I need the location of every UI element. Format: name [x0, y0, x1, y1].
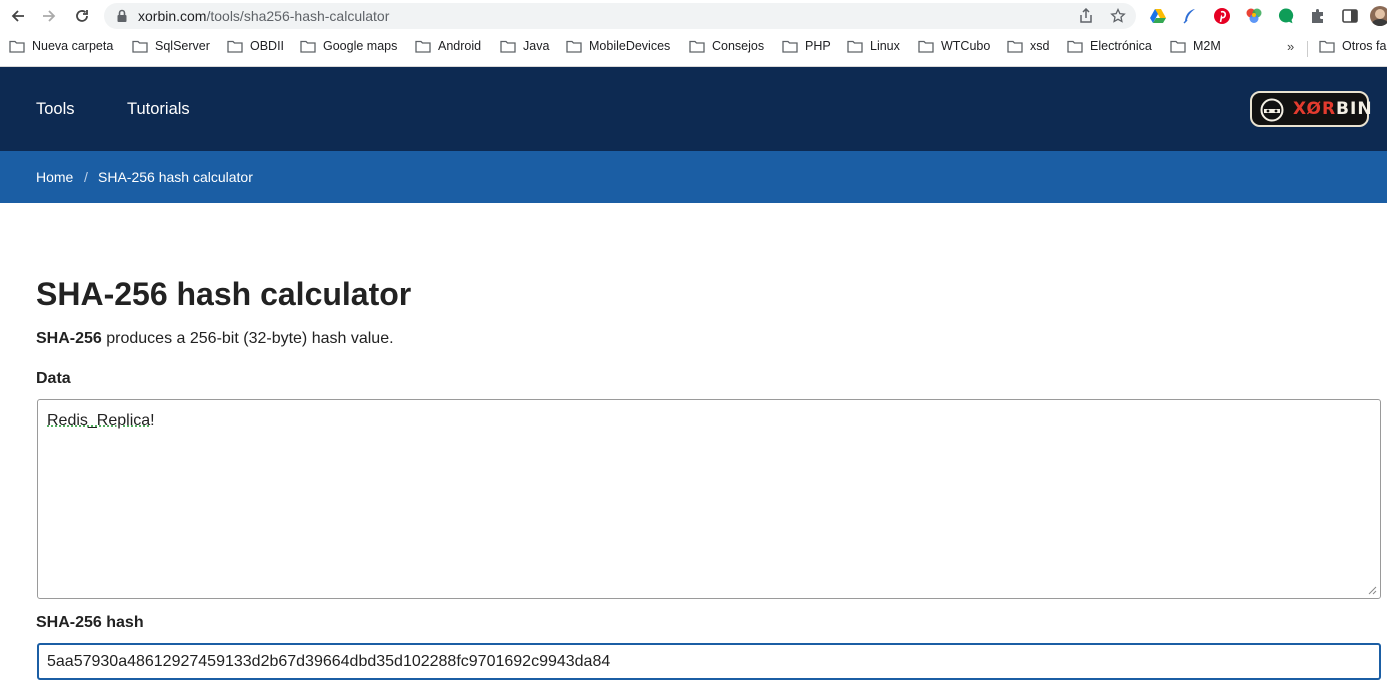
hash-field-label: SHA-256 hash [36, 614, 144, 632]
folder-icon [782, 40, 798, 53]
logo-text-red: XØR [1293, 99, 1336, 119]
folder-icon [415, 40, 431, 53]
bookmark-label: M2M [1193, 39, 1221, 53]
folder-icon [689, 40, 705, 53]
data-text-misspelled: Redis_Replica [47, 412, 150, 429]
bookmark-label: Android [438, 39, 481, 53]
description-text: produces a 256-bit (32-byte) hash value. [102, 330, 394, 347]
breadcrumb-separator: / [84, 169, 88, 185]
bookmark-label: OBDII [250, 39, 284, 53]
bookmark-label: Google maps [323, 39, 397, 53]
bookmark-xsd[interactable]: xsd [1007, 39, 1049, 53]
folder-icon [1319, 40, 1335, 53]
back-icon[interactable] [7, 5, 29, 27]
bookmark-obdii[interactable]: OBDII [227, 39, 284, 53]
folder-icon [918, 40, 934, 53]
nav-tutorials-link[interactable]: Tutorials [127, 100, 190, 119]
share-icon[interactable] [1078, 8, 1094, 24]
bookmark-java[interactable]: Java [500, 39, 549, 53]
forward-icon[interactable] [38, 5, 60, 27]
logo-face-icon [1258, 98, 1286, 122]
folder-icon [300, 40, 316, 53]
bookmarks-bar: Nueva carpeta SqlServer OBDII Google map… [0, 33, 1387, 62]
bookmark-other[interactable]: Otros fa [1319, 39, 1386, 53]
folder-icon [847, 40, 863, 53]
bookmark-linux[interactable]: Linux [847, 39, 900, 53]
side-panel-icon[interactable] [1341, 7, 1359, 25]
folder-icon [132, 40, 148, 53]
bookmarks-overflow-button[interactable]: » [1287, 39, 1294, 54]
logo-text: XØRBIN [1293, 99, 1373, 119]
nav-tools-link[interactable]: Tools [36, 100, 75, 119]
site-navbar: Tools Tutorials [0, 67, 1387, 151]
color-wheel-icon[interactable] [1245, 7, 1263, 25]
data-text-tail: ! [150, 412, 154, 429]
reload-icon[interactable] [71, 5, 93, 27]
bookmark-google-maps[interactable]: Google maps [300, 39, 397, 53]
data-textarea[interactable]: Redis_Replica! [37, 399, 1381, 599]
url-host: xorbin.com [138, 8, 206, 24]
page-description: SHA-256 produces a 256-bit (32-byte) has… [36, 330, 394, 348]
folder-icon [1067, 40, 1083, 53]
breadcrumb-current: SHA-256 hash calculator [98, 169, 253, 185]
logo-text-white: BIN [1336, 99, 1373, 119]
page-title: SHA-256 hash calculator [36, 276, 411, 313]
bookmark-label: Electrónica [1090, 39, 1152, 53]
bookmark-label: xsd [1030, 39, 1049, 53]
extension-feather-icon[interactable] [1181, 7, 1199, 25]
browser-toolbar: xorbin.com/tools/sha256-hash-calculator [0, 0, 1387, 33]
url-text[interactable]: xorbin.com/tools/sha256-hash-calculator [138, 8, 389, 24]
folder-icon [227, 40, 243, 53]
resize-grip-icon[interactable] [1367, 585, 1377, 595]
bookmark-electronica[interactable]: Electrónica [1067, 39, 1152, 53]
profile-avatar[interactable] [1370, 6, 1387, 26]
bookmark-android[interactable]: Android [415, 39, 481, 53]
url-path: /tools/sha256-hash-calculator [206, 8, 389, 24]
bookmark-wtcubo[interactable]: WTCubo [918, 39, 990, 53]
bookmark-label: MobileDevices [589, 39, 670, 53]
bookmark-consejos[interactable]: Consejos [689, 39, 764, 53]
data-field-label: Data [36, 370, 71, 388]
bookmark-nueva-carpeta[interactable]: Nueva carpeta [9, 39, 113, 53]
breadcrumb-home-link[interactable]: Home [36, 169, 73, 185]
bookmark-label: SqlServer [155, 39, 210, 53]
folder-icon [9, 40, 25, 53]
bookmark-label: PHP [805, 39, 831, 53]
puzzle-icon[interactable] [1309, 7, 1327, 25]
bookmark-label: Otros fa [1342, 39, 1386, 53]
address-bar[interactable]: xorbin.com/tools/sha256-hash-calculator [104, 3, 1136, 29]
hash-output-field[interactable]: 5aa57930a48612927459133d2b67d39664dbd35d… [37, 643, 1381, 680]
bookmark-label: Consejos [712, 39, 764, 53]
breadcrumb: Home / SHA-256 hash calculator [0, 151, 1387, 203]
lock-icon[interactable] [116, 9, 128, 23]
star-icon[interactable] [1110, 8, 1126, 24]
pinterest-icon[interactable] [1213, 7, 1231, 25]
bookmarks-divider [1307, 41, 1308, 57]
bookmark-m2m[interactable]: M2M [1170, 39, 1221, 53]
description-bold: SHA-256 [36, 330, 102, 347]
chat-bubble-icon[interactable] [1277, 7, 1295, 25]
folder-icon [1170, 40, 1186, 53]
google-drive-icon[interactable] [1149, 7, 1167, 25]
bookmark-label: Java [523, 39, 549, 53]
bookmark-mobiledevices[interactable]: MobileDevices [566, 39, 670, 53]
folder-icon [500, 40, 516, 53]
bookmark-php[interactable]: PHP [782, 39, 831, 53]
folder-icon [566, 40, 582, 53]
bookmark-label: WTCubo [941, 39, 990, 53]
folder-icon [1007, 40, 1023, 53]
bookmark-label: Nueva carpeta [32, 39, 113, 53]
bookmark-label: Linux [870, 39, 900, 53]
bookmark-sqlserver[interactable]: SqlServer [132, 39, 210, 53]
xorbin-logo[interactable]: XØRBIN [1250, 91, 1369, 127]
